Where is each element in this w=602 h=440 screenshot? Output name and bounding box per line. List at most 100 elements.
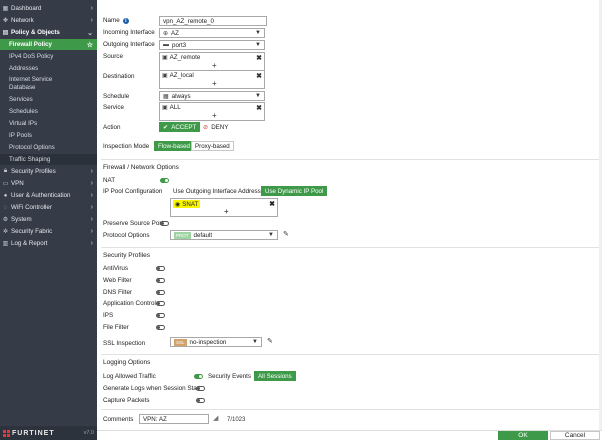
cancel-button[interactable]: Cancel	[550, 431, 600, 440]
sidebar-item-label: Network	[11, 17, 34, 24]
dns-filter-toggle[interactable]	[156, 290, 165, 295]
sidebar-item-label: Services	[9, 96, 33, 103]
outgoing-interface-label: Outgoing Interface	[103, 41, 155, 48]
antivirus-toggle[interactable]	[156, 266, 165, 271]
ok-button[interactable]: OK	[498, 431, 548, 440]
log-allowed-traffic-toggle[interactable]	[194, 374, 203, 379]
nat-toggle[interactable]	[160, 178, 169, 183]
star-icon[interactable]: ☆	[87, 41, 93, 49]
use-dynamic-ip-pool-button[interactable]: Use Dynamic IP Pool	[261, 186, 328, 196]
proxy-based-button[interactable]: Proxy-based	[191, 141, 234, 151]
sidebar-item-schedules[interactable]: Schedules	[0, 106, 97, 117]
nat-label: NAT	[103, 177, 116, 184]
sidebar-item-network[interactable]: ✥ Network ›	[0, 15, 97, 26]
sidebar-item-traffic-shaping[interactable]: Traffic Shaping	[0, 154, 97, 165]
destination-select[interactable]: ▣ AZ_local ✖ +	[159, 70, 265, 89]
dropdown-arrow-icon: ▼	[255, 93, 261, 99]
protocol-tag: PROT	[174, 231, 191, 239]
edit-icon[interactable]: ✎	[267, 337, 273, 345]
application-control-toggle[interactable]	[156, 301, 165, 306]
use-dynamic-label: Use Dynamic IP Pool	[265, 187, 324, 195]
remove-icon[interactable]: ✖	[256, 54, 262, 62]
sidebar-item-label: IPv4 DoS Policy	[9, 53, 54, 60]
name-label-text: Name	[103, 17, 120, 24]
source-label: Source	[103, 53, 123, 60]
edit-icon[interactable]: ✎	[283, 230, 289, 238]
sidebar-item-label: Security Profiles	[11, 168, 56, 175]
sidebar-item-security-profiles[interactable]: 🔒︎ Security Profiles ›	[0, 166, 97, 177]
add-icon[interactable]: +	[212, 62, 217, 70]
gear-icon: ⚙	[2, 217, 9, 223]
snat-entry: ◉ SNAT	[173, 200, 201, 208]
wifi-icon: ◌	[3, 204, 8, 211]
sidebar-item-vpn[interactable]: ▭ VPN ›	[0, 178, 97, 189]
sidebar-item-protocol-options[interactable]: Protocol Options	[0, 142, 97, 153]
incoming-interface-select[interactable]: ⊕ AZ ▼	[159, 28, 265, 38]
schedule-label: Schedule	[103, 93, 130, 100]
incoming-interface-value: AZ	[171, 29, 179, 37]
add-icon[interactable]: +	[212, 80, 217, 88]
section-divider	[101, 159, 602, 160]
sidebar-item-label: Internet Service Database	[9, 76, 53, 91]
sidebar-item-policy-objects[interactable]: ▤ Policy & Objects ⌄	[0, 27, 97, 38]
sidebar-item-system[interactable]: ⚙ System ›	[0, 214, 97, 225]
add-icon[interactable]: +	[224, 208, 229, 216]
use-outgoing-interface-button[interactable]: Use Outgoing Interface Address	[170, 186, 264, 196]
ssl-inspection-select[interactable]: SSL no-inspection ▼	[170, 337, 262, 347]
sidebar-item-virtual-ips[interactable]: Virtual IPs	[0, 118, 97, 129]
version-label: v7.0	[83, 430, 94, 436]
outgoing-interface-select[interactable]: ▬ port3 ▼	[159, 40, 265, 50]
logging-options-title: Logging Options	[103, 359, 151, 366]
sidebar-item-security-fabric[interactable]: ✲ Security Fabric ›	[0, 226, 97, 237]
sidebar-item-services[interactable]: Services	[0, 94, 97, 105]
schedule-select[interactable]: ▦ always ▼	[159, 91, 265, 101]
ips-toggle[interactable]	[156, 313, 165, 318]
info-icon[interactable]: i	[122, 18, 129, 24]
pool-icon: ◉	[175, 201, 181, 208]
dns-filter-label: DNS Filter	[103, 289, 133, 296]
sidebar-item-label: WiFi Controller	[11, 204, 52, 211]
remove-icon[interactable]: ✖	[269, 200, 275, 208]
sidebar-item-dashboard[interactable]: ▦ Dashboard ›	[0, 3, 97, 14]
add-icon[interactable]: +	[212, 112, 217, 120]
remove-icon[interactable]: ✖	[256, 72, 262, 80]
sidebar-item-addresses[interactable]: Addresses	[0, 63, 97, 74]
service-value: ALL	[169, 104, 181, 111]
sidebar-item-ip-pools[interactable]: IP Pools	[0, 130, 97, 141]
security-events-button[interactable]: Security Events	[205, 371, 254, 381]
deny-button[interactable]: ⊘ DENY	[200, 122, 232, 132]
web-filter-toggle[interactable]	[156, 278, 165, 283]
chevron-right-icon: ›	[90, 168, 93, 175]
accept-button-label: ACCEPT	[171, 123, 197, 131]
destination-entry: ▣ AZ_local	[162, 72, 194, 79]
sidebar-item-wifi-controller[interactable]: ◌ WiFi Controller ›	[0, 202, 97, 213]
dropdown-arrow-icon: ▼	[255, 30, 261, 36]
file-filter-toggle[interactable]	[156, 325, 165, 330]
all-sessions-label: All Sessions	[258, 372, 292, 380]
accept-button[interactable]: ✔ ACCEPT	[159, 122, 201, 132]
service-select[interactable]: ▣ ALL ✖ +	[159, 102, 265, 121]
all-sessions-button[interactable]: All Sessions	[254, 371, 296, 381]
comments-textarea[interactable]: VPN: AZ	[139, 414, 209, 424]
fortinet-logo: FURTINET	[3, 429, 55, 437]
protocol-options-label: Protocol Options	[103, 232, 150, 239]
capture-packets-toggle[interactable]	[196, 398, 205, 403]
flow-based-button[interactable]: Flow-based	[154, 141, 194, 151]
inspection-mode-label: Inspection Mode	[103, 143, 150, 150]
dropdown-arrow-icon: ▼	[255, 42, 261, 48]
protocol-options-select[interactable]: PROT default ▼	[170, 230, 278, 240]
sidebar-item-firewall-policy[interactable]: Firewall Policy ☆	[0, 39, 97, 50]
generate-logs-toggle[interactable]	[196, 386, 205, 391]
source-select[interactable]: ▣ AZ_remote ✖ +	[159, 52, 265, 71]
name-input[interactable]: vpn_AZ_remote_0	[159, 16, 267, 26]
resize-handle-icon[interactable]: ◢	[213, 414, 218, 422]
sidebar-item-internet-service-database[interactable]: Internet Service Database	[0, 75, 97, 92]
service-entry: ▣ ALL	[162, 104, 181, 111]
remove-icon[interactable]: ✖	[256, 104, 262, 112]
sidebar-item-user-authentication[interactable]: ● User & Authentication ›	[0, 190, 97, 201]
sidebar-item-ipv4-dos-policy[interactable]: IPv4 DoS Policy	[0, 51, 97, 62]
ip-pool-select[interactable]: ◉ SNAT ✖ +	[170, 198, 278, 217]
destination-label: Destination	[103, 73, 135, 80]
preserve-source-port-toggle[interactable]	[160, 221, 169, 226]
sidebar-item-log-report[interactable]: ▥ Log & Report ›	[0, 238, 97, 249]
